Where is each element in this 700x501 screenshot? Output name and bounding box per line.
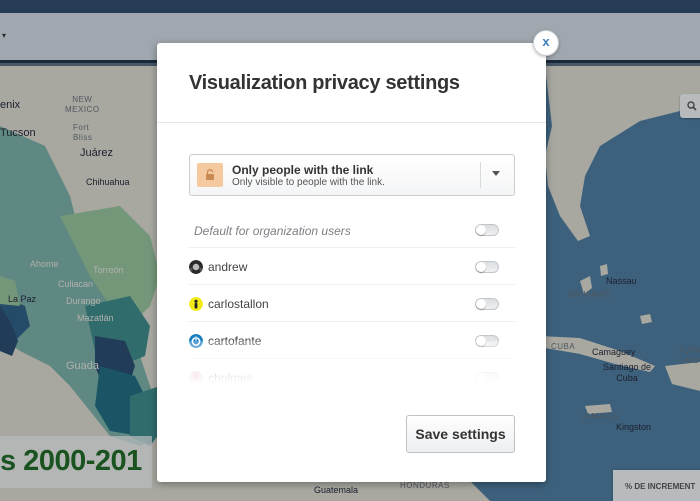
yellow-person-avatar: [189, 297, 203, 311]
privacy-settings-dialog: Visualization privacy settings Only peop…: [157, 43, 546, 482]
toggle-knob: [476, 262, 486, 272]
list-item-user: carlostallon: [189, 285, 515, 322]
dialog-title: Visualization privacy settings: [189, 72, 460, 94]
privacy-option-title: Only people with the link: [232, 163, 374, 177]
dialog-divider: [157, 122, 546, 123]
toggle-switch[interactable]: [475, 298, 499, 310]
user-name: carlostallon: [208, 297, 269, 311]
privacy-option-description: Only visible to people with the link.: [232, 177, 385, 188]
toggle-knob: [476, 299, 486, 309]
toggle-switch[interactable]: [475, 261, 499, 273]
toggle-knob: [476, 225, 486, 235]
user-name: andrew: [208, 260, 248, 274]
dark-badge-avatar: [189, 260, 203, 274]
privacy-level-select[interactable]: Only people with the link Only visible t…: [189, 154, 515, 196]
lock-icon: [197, 163, 223, 187]
list-item-default-org: Default for organization users: [189, 211, 515, 248]
list-item-user: andrew: [189, 248, 515, 285]
caret-down-icon[interactable]: [492, 171, 500, 176]
default-org-label: Default for organization users: [194, 224, 351, 238]
user-permission-list: Default for organization users andrew ca…: [189, 211, 515, 383]
toggle-switch[interactable]: [475, 224, 499, 236]
list-scroll-fade: [189, 341, 515, 383]
select-divider: [480, 162, 481, 188]
save-settings-button[interactable]: Save settings: [406, 415, 515, 453]
close-icon[interactable]: x: [533, 30, 559, 56]
